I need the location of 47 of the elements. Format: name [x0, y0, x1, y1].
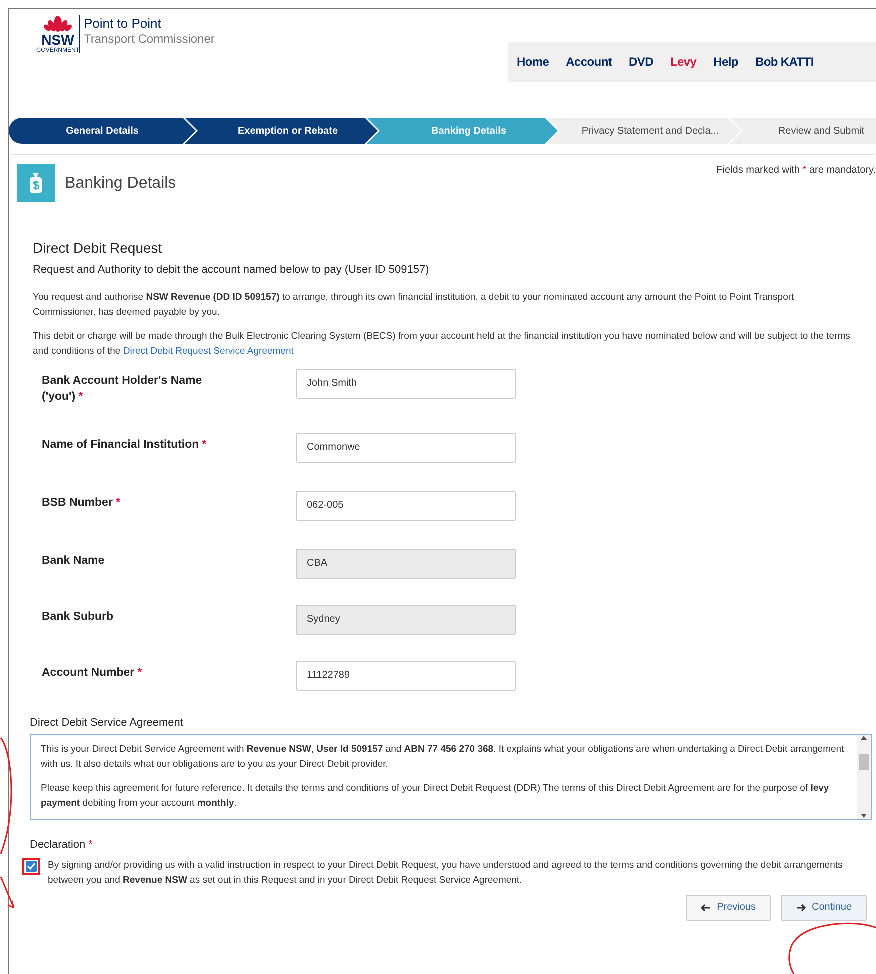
input-field[interactable]: 062-005 [296, 490, 516, 520]
input-field[interactable]: 11122789 [296, 660, 516, 690]
step-tab[interactable]: General Details [9, 118, 196, 144]
agreement-paragraph: Please keep this agreement for future reference. It details the terms and conditions of your Direct Debit Request (DDR) The terms of this Direct Debit Agreement are for the purpose of levy payment debiting from your account monthly. [41, 782, 830, 811]
left-arrow-icon [701, 902, 712, 912]
agreement-paragraph: This is your Direct Debit Service Agreement with Revenue NSW, User Id 509157 and ABN 77 456 270 368. It explains what your obligations are when undertaking a Direct Debit arrangement with us. It also details what our obligations are to you as your Direct Debit provider. [41, 743, 846, 772]
step-tab[interactable]: Review and Submit [730, 118, 876, 144]
step-tab[interactable]: Exemption or Rebate [185, 118, 378, 144]
scroll-up-icon[interactable] [861, 736, 867, 740]
field-label: Bank Account Holder's Name ('you') * [42, 374, 204, 404]
field-label: BSB Number * [42, 496, 122, 510]
mandatory-note: Fields marked with * are mandatory. [716, 164, 876, 178]
declaration-text: By signing and/or providing us with a valid instruction in respect to your Direct Debit Request, you have understood and agreed to the terms and conditions governing the debit arrangements between you and Revenue NSW as set out in this Request and in your Direct Debit Request Service Agreement. [48, 858, 844, 888]
previous-button[interactable]: Previous [686, 894, 771, 920]
money-bag-icon [17, 164, 55, 202]
nav-link[interactable]: DVD [629, 53, 654, 71]
waratah-icon [44, 15, 72, 33]
field-label: Account Number * [42, 666, 144, 680]
agreement-title: Direct Debit Service Agreement [30, 716, 184, 730]
nav-link[interactable]: Home [517, 53, 550, 71]
nav-link[interactable]: Levy [670, 53, 697, 71]
section-title: Direct Debit Request [33, 239, 164, 258]
site-title: Point to Point [84, 16, 162, 32]
field-label: Bank Suburb [42, 610, 115, 624]
input-field[interactable]: Commonwe [296, 432, 516, 462]
continue-button[interactable]: Continue [780, 894, 867, 920]
field-label: Bank Name [42, 554, 106, 568]
logo-text: NSW [42, 33, 74, 47]
paragraph: You request and authorise NSW Revenue (DD ID 509157) to arrange, through its own financial institution, a debit to your nominated account any amount the Point to Point Transport Commissioner, has deemed payable by you. [33, 290, 796, 320]
right-arrow-icon [796, 902, 806, 912]
nav-link[interactable]: Bob KATTI [755, 53, 814, 71]
site-subtitle: Transport Commissioner [84, 32, 215, 46]
agreement-box[interactable] [30, 734, 872, 820]
nav-link[interactable]: Help [714, 53, 738, 71]
section-subtitle: Request and Authority to debit the account named below to pay (User ID 509157) [33, 263, 430, 278]
page-title: Banking Details [65, 174, 176, 194]
declaration-label: Declaration * [30, 838, 94, 853]
field-label: Name of Financial Institution * [42, 438, 208, 452]
input-field[interactable]: John Smith [296, 368, 516, 398]
nav-link[interactable]: Account [566, 53, 612, 71]
step-tab[interactable]: Privacy Statement and Decla... [547, 118, 741, 144]
paragraph: This debit or charge will be made through the Bulk Electronic Clearing System (BECS) from your account held at the financial institution you have nominated below and will be subject to the terms and conditions of the Direct Debit Request Service Agreement [33, 330, 852, 358]
scroll-thumb[interactable] [859, 754, 869, 770]
agreement-link[interactable]: Direct Debit Request Service Agreement [123, 346, 294, 356]
scroll-down-icon[interactable] [861, 814, 867, 818]
scrollbar[interactable] [857, 735, 871, 819]
checkbox[interactable] [26, 860, 36, 872]
